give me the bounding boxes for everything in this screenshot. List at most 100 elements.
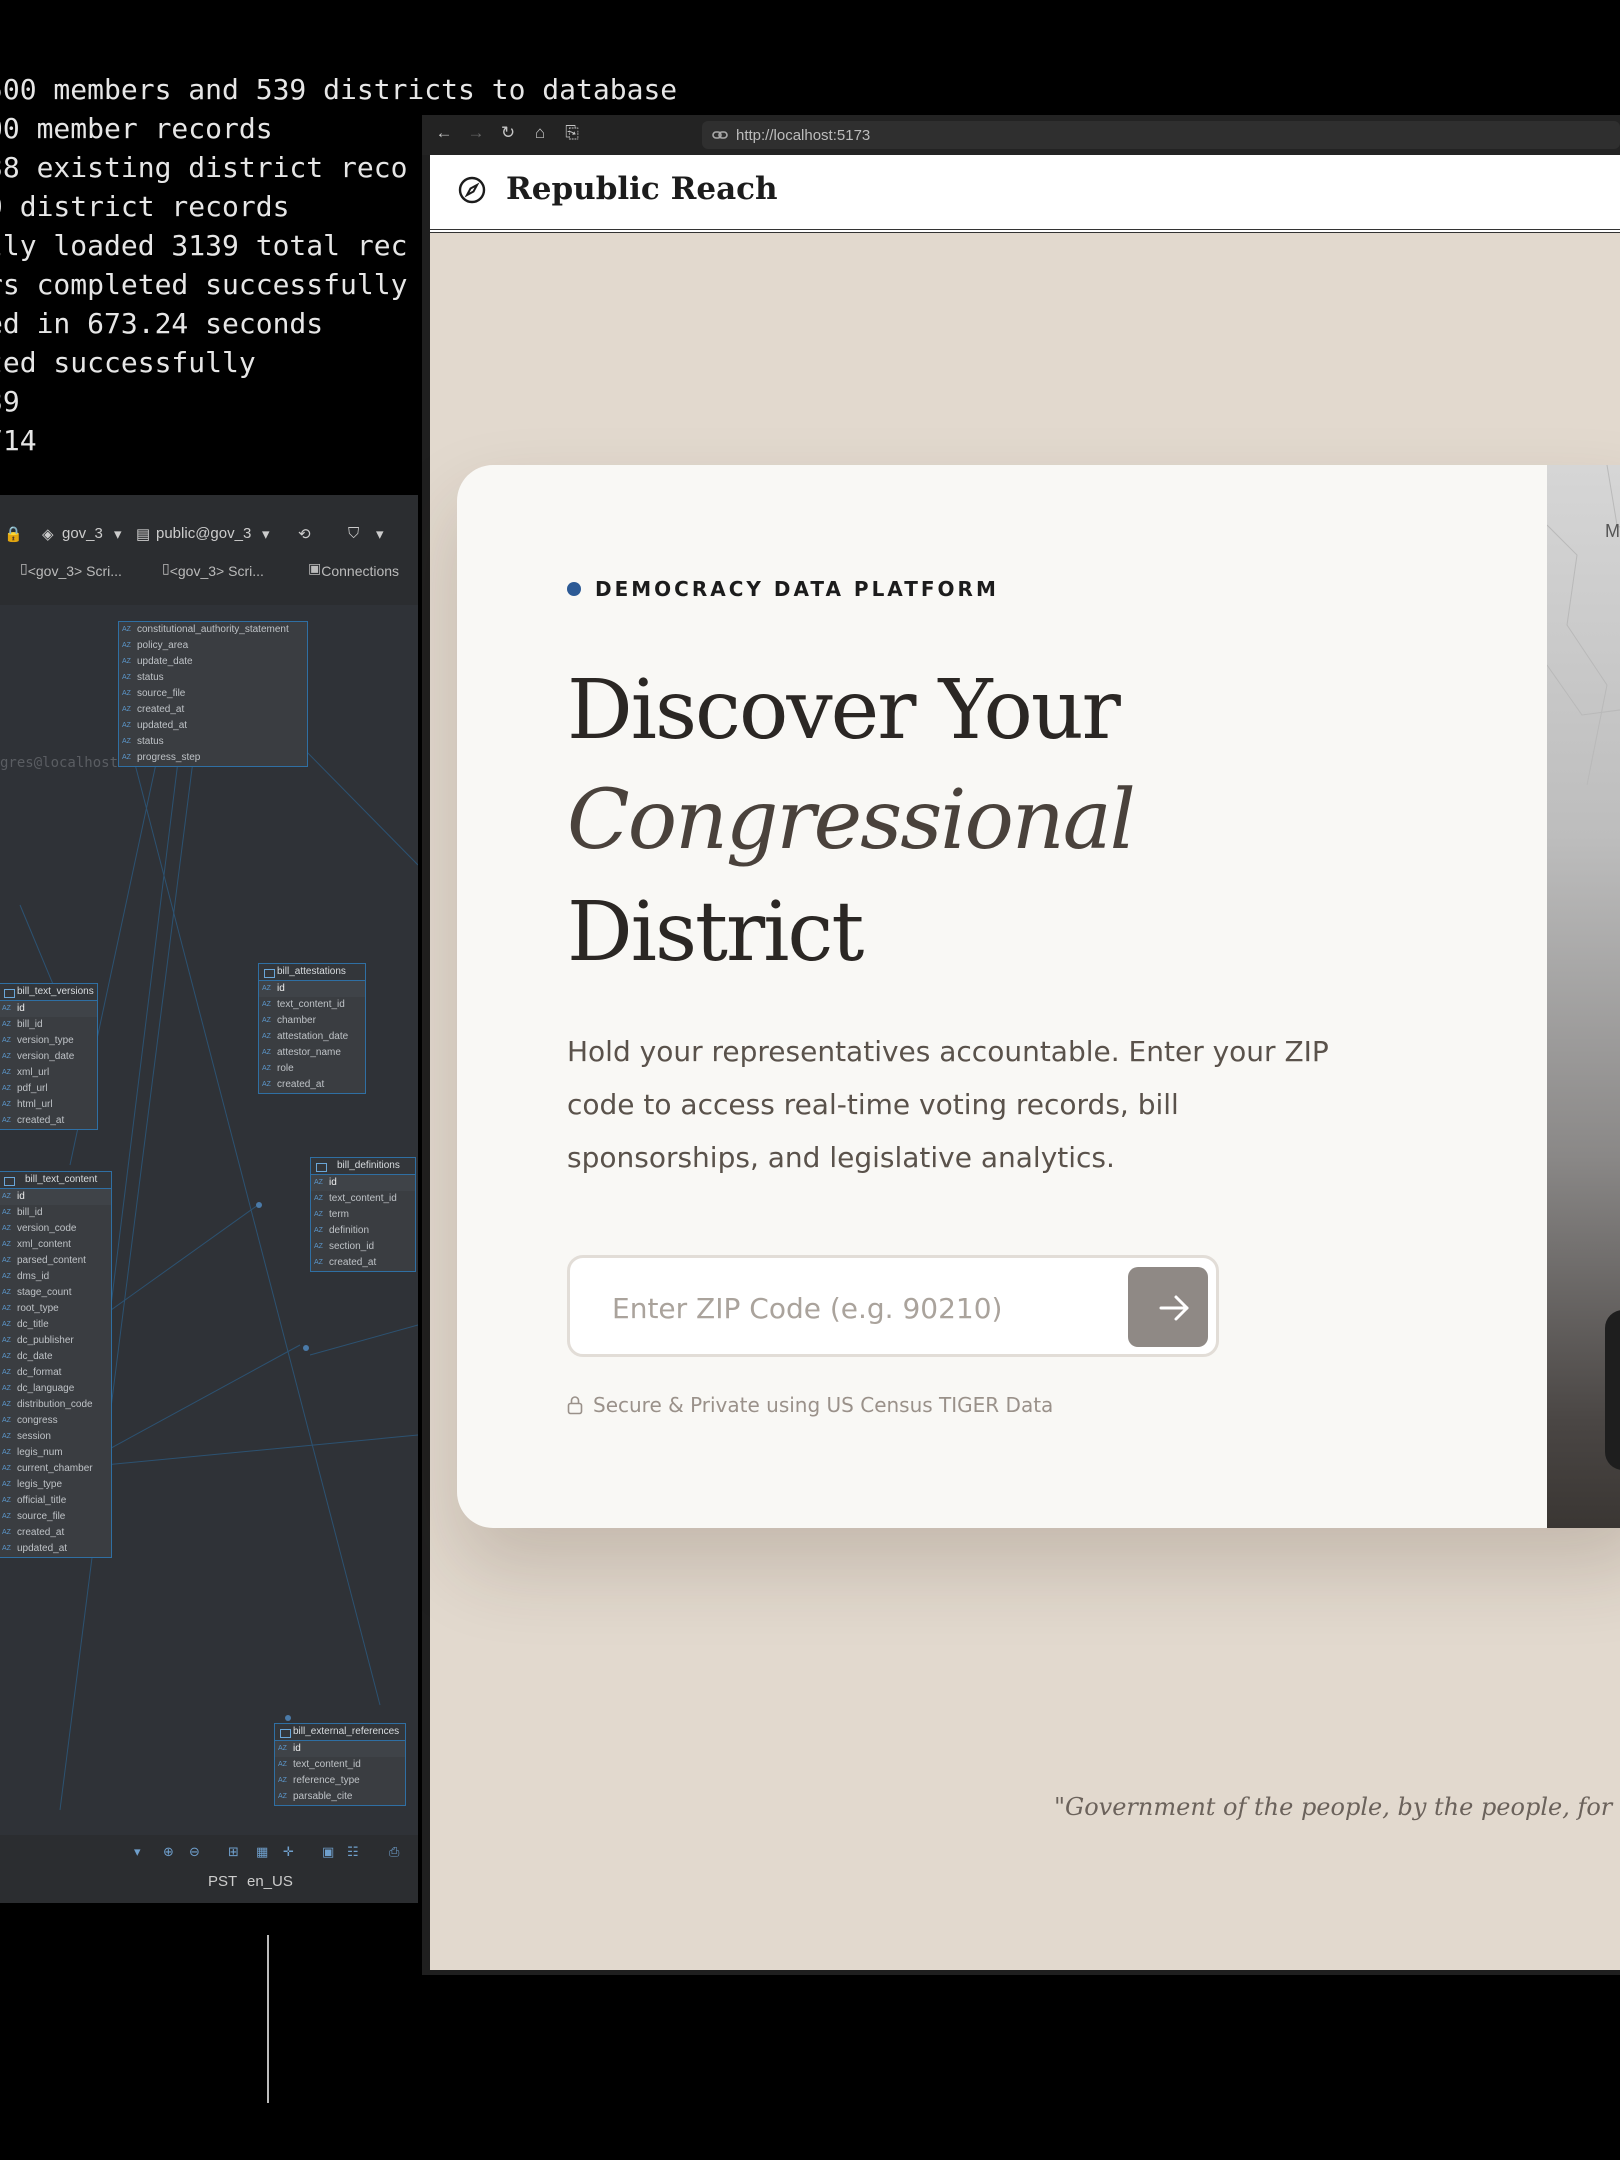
svg-text:✛: ✛ [283,1845,294,1860]
arrow-right-icon [1159,1295,1189,1321]
table-column: status [119,670,307,686]
site-header: Republic Reach [430,155,1620,233]
svg-text:⊞: ⊞ [228,1845,239,1860]
db-table-bills[interactable]: constitutional_authority_statement polic… [118,621,308,767]
table-column: parsed_content [0,1253,111,1269]
db-table-bill-attestations[interactable]: bill_attestations id text_content_id cha… [258,963,366,1094]
footer-quote: "Government of the people, by the people… [1054,1793,1620,1821]
table-column: pdf_url [0,1081,97,1097]
table-column: created_at [259,1077,365,1093]
editor-tabs: ▯ <gov_3> Scri... ▯ <gov_3> Scri... ▣ Co… [0,557,418,581]
zip-input[interactable] [610,1282,1114,1334]
web-page: Republic Reach DEMOCRACY DATA PLATFORM D… [430,155,1620,1970]
table-column: source_file [0,1509,111,1525]
table-column: role [259,1061,365,1077]
table-column: created_at [0,1113,97,1129]
site-title[interactable]: Republic Reach [506,171,778,207]
table-column: text_content_id [311,1191,415,1207]
timezone-label: PST [208,1873,238,1890]
db-table-bill-external-references[interactable]: bill_external_references id text_content… [274,1723,406,1806]
back-icon[interactable]: ← [434,123,454,145]
table-column: bill_id [0,1017,97,1033]
eyebrow-dot [567,582,581,596]
table-title: bill_definitions [311,1158,415,1175]
table-column: dc_format [0,1365,111,1381]
table-column: created_at [0,1525,111,1541]
schema-icon: ▤ [136,526,151,543]
terminal-line: ed in 673.24 seconds [0,307,324,340]
chevron-down-icon[interactable]: ▾ [262,525,270,543]
zip-search-form [567,1255,1219,1357]
terminal-line: 9 district records [0,190,290,223]
table-column: legis_num [0,1445,111,1461]
tab-script-1[interactable]: ▯ <gov_3> Scri... [20,560,122,579]
locale-label: en_US [247,1873,293,1890]
db-toolbar: 🔒 ◈ gov_3 ▾ ▤ public@gov_3 ▾ ⟲ ⛉ ▾ [0,521,418,547]
table-column: created_at [119,702,307,718]
database-selector[interactable]: gov_3 [62,525,103,542]
svg-text:▣: ▣ [322,1845,334,1860]
db-table-bill-text-versions[interactable]: bill_text_versions id bill_id version_ty… [0,983,98,1130]
table-column: source_file [119,686,307,702]
bookmark-icon[interactable]: ⎘ [562,123,582,145]
er-diagram-canvas[interactable]: gres@localhost select * constitutional_a… [0,605,418,1835]
headline-line-1: Discover Your [567,663,1121,758]
table-column: section_id [311,1239,415,1255]
tab-connections[interactable]: ▣ Connections [308,560,399,579]
address-bar[interactable]: http://localhost:5173 [702,121,1620,149]
hero-card: DEMOCRACY DATA PLATFORM Discover Your Co… [457,465,1620,1528]
table-column: text_content_id [259,997,365,1013]
table-column: dc_language [0,1381,111,1397]
table-column: id [0,1189,111,1205]
table-column: xml_url [0,1065,97,1081]
table-column: constitutional_authority_statement [119,622,307,638]
svg-text:⊕: ⊕ [163,1845,174,1860]
tab-script-2[interactable]: ▯ <gov_3> Scri... [162,560,264,579]
lock-icon[interactable]: 🔒 [4,525,23,543]
tab-label: <gov_3> Scri... [169,563,264,579]
table-column: id [0,1001,97,1017]
table-column: root_type [0,1301,111,1317]
table-column: dc_title [0,1317,111,1333]
table-column: version_date [0,1049,97,1065]
schema-selector[interactable]: public@gov_3 [156,525,251,542]
hero-description: Hold your representatives accountable. E… [567,1035,1329,1174]
terminal-line: 39 [0,385,20,418]
headline-line-2: Congressional [567,773,1136,868]
terminal-line: ted successfully [0,346,256,379]
db-status-bar: PST en_US [0,1867,418,1897]
table-column: session [0,1429,111,1445]
database-app-window: 🔒 ◈ gov_3 ▾ ▤ public@gov_3 ▾ ⟲ ⛉ ▾ ▯ <go… [0,495,418,1903]
table-column: progress_step [119,750,307,766]
secure-note-text: Secure & Private using US Census TIGER D… [593,1393,1054,1417]
terminal-line: 500 members and 539 districts to databas… [0,73,678,106]
table-column: dc_date [0,1349,111,1365]
table-column: id [275,1741,405,1757]
zip-submit-button[interactable] [1128,1267,1208,1347]
db-icon: ◈ [42,526,54,543]
db-table-bill-text-content[interactable]: bill_text_content id bill_id version_cod… [0,1171,112,1558]
chevron-down-icon[interactable]: ▾ [376,525,384,543]
diagram-tool-icons[interactable]: ▾ ⊕ ⊖ ⊞ ▦ ✛ ▣ ☷ ⎙ [0,1840,418,1862]
table-column: official_title [0,1493,111,1509]
table-column: distribution_code [0,1397,111,1413]
table-column: policy_area [119,638,307,654]
table-column: text_content_id [275,1757,405,1773]
reload-icon[interactable]: ↻ [498,123,518,145]
chevron-down-icon[interactable]: ▾ [114,525,122,543]
table-column: attestation_date [259,1029,365,1045]
compass-icon[interactable] [458,176,486,204]
eyebrow-label: DEMOCRACY DATA PLATFORM [595,577,999,601]
table-column: xml_content [0,1237,111,1253]
db-table-bill-definitions[interactable]: bill_definitions id text_content_id term… [310,1157,416,1272]
home-icon[interactable]: ⌂ [530,123,550,145]
transaction-icon[interactable]: ⛉ [348,525,359,542]
map-overlay-panel [1605,1310,1620,1470]
table-column: bill_id [0,1205,111,1221]
diagram-toolbar: ▾ ⊕ ⊖ ⊞ ▦ ✛ ▣ ☷ ⎙ [0,1840,418,1862]
headline-line-3: District [567,885,864,980]
commit-icon[interactable]: ⟲ [298,525,311,543]
table-column: chamber [259,1013,365,1029]
forward-icon[interactable]: → [466,123,486,145]
table-column: dc_publisher [0,1333,111,1349]
